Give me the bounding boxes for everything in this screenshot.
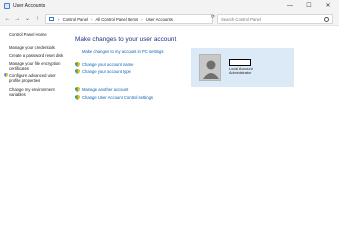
control-panel-icon xyxy=(49,17,54,21)
change-account-name-link[interactable]: Change your account name xyxy=(82,62,133,67)
account-role-label: Administrator xyxy=(229,71,252,75)
uac-shield-icon xyxy=(75,69,80,74)
account-tile: Local Account Administrator xyxy=(191,48,294,87)
recent-locations-chevron-icon[interactable]: ⌄ xyxy=(23,14,32,24)
window-title: User Accounts xyxy=(13,3,46,9)
search-input[interactable] xyxy=(221,16,321,23)
breadcrumb-all-items[interactable]: All Control Panel Items xyxy=(95,17,138,22)
breadcrumb-separator: › xyxy=(91,17,93,22)
pc-settings-link[interactable]: Make changes to my account in PC setting… xyxy=(82,49,163,54)
uac-settings-link[interactable]: Change User Account Control settings xyxy=(82,95,153,100)
file-encryption-certificates-link[interactable]: Manage your file encryption certificates xyxy=(9,61,71,71)
up-arrow-icon[interactable]: ↑ xyxy=(33,14,42,24)
user-accounts-app-icon xyxy=(4,3,10,9)
search-icon[interactable] xyxy=(324,17,329,22)
advanced-profile-properties-label: Configure advanced user profile properti… xyxy=(9,73,56,83)
breadcrumb: › Control Panel › All Control Panel Item… xyxy=(58,16,173,23)
minimize-button[interactable]: — xyxy=(283,1,297,11)
maximize-button[interactable]: ☐ xyxy=(302,1,316,11)
close-button[interactable]: ✕ xyxy=(321,1,335,11)
breadcrumb-separator: › xyxy=(58,17,60,22)
page-title: Make changes to your user account xyxy=(75,36,177,43)
uac-shield-icon xyxy=(75,62,80,67)
address-bar[interactable]: › Control Panel › All Control Panel Item… xyxy=(45,14,252,24)
advanced-profile-properties-link[interactable]: Configure advanced user profile properti… xyxy=(4,73,66,83)
title-bar: User Accounts — ☐ ✕ xyxy=(0,0,339,12)
environment-variables-link[interactable]: Change my environment variables xyxy=(9,87,71,97)
uac-shield-icon xyxy=(75,95,80,100)
redacted-username xyxy=(229,59,251,66)
uac-shield-icon xyxy=(75,87,80,92)
manage-credentials-link[interactable]: Manage your credentials xyxy=(9,45,71,50)
address-toolbar: ← → ⌄ ↑ › Control Panel › All Control Pa… xyxy=(0,12,339,26)
back-arrow-icon[interactable]: ← xyxy=(3,14,12,24)
left-task-pane: Control Panel Home Manage your credentia… xyxy=(0,27,70,250)
breadcrumb-separator: › xyxy=(141,17,143,22)
manage-another-account-link[interactable]: Manage another account xyxy=(82,87,128,92)
user-silhouette-icon xyxy=(203,60,219,79)
search-box[interactable] xyxy=(217,14,333,24)
control-panel-home-link[interactable]: Control Panel Home xyxy=(9,32,71,37)
breadcrumb-user-accounts[interactable]: User Accounts xyxy=(146,17,173,22)
breadcrumb-control-panel[interactable]: Control Panel xyxy=(63,17,88,22)
uac-shield-icon xyxy=(4,73,8,77)
avatar xyxy=(199,54,221,81)
password-reset-disk-link[interactable]: Create a password reset disk xyxy=(9,53,71,58)
change-account-type-link[interactable]: Change your account type xyxy=(82,69,131,74)
refresh-icon[interactable]: ⟳ xyxy=(209,13,217,21)
forward-arrow-icon[interactable]: → xyxy=(13,14,22,24)
